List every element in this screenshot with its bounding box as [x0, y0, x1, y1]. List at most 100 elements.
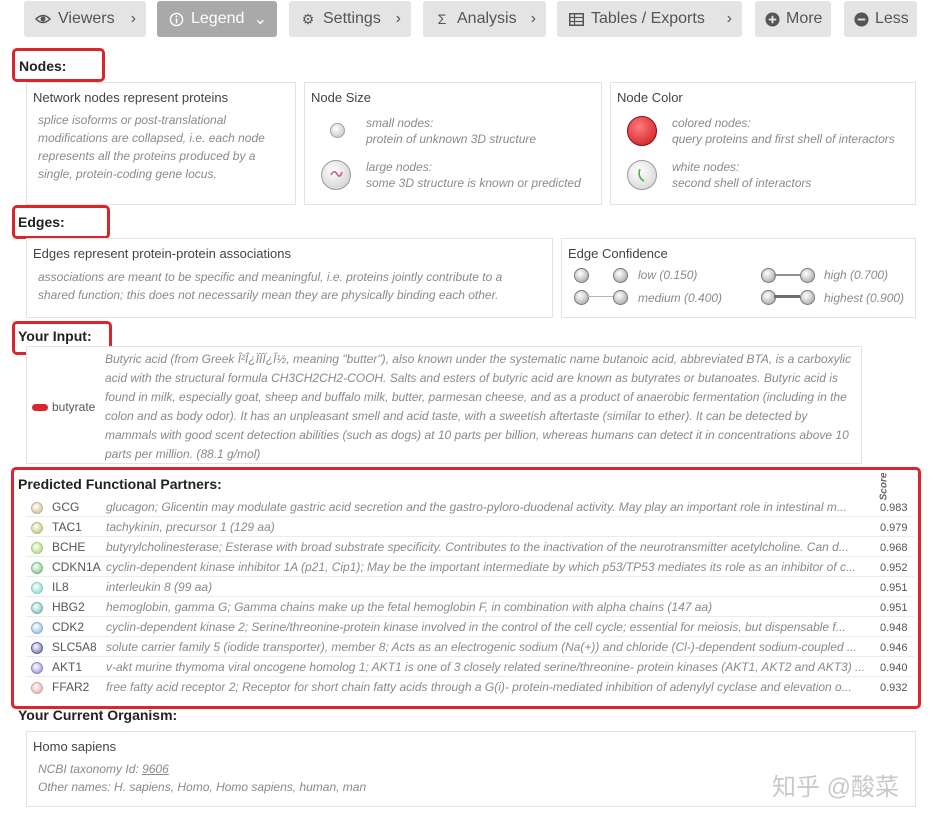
partner-description: v-akt murine thymoma viral oncogene homo… [106, 660, 866, 674]
chevron-right-icon: › [726, 10, 732, 27]
legend-button[interactable]: Legend ⌄ [157, 1, 277, 37]
partner-row[interactable]: GCG glucagon; Glicentin may modulate gast… [26, 497, 914, 517]
edge-medium-node-a [574, 290, 589, 305]
partner-score: 0.983 [880, 502, 908, 514]
analysis-label: Analysis [457, 10, 517, 27]
edge-highest-label: highest (0.900) [824, 291, 905, 305]
partner-color-dot [31, 582, 43, 594]
edge-confidence-box: Edge Confidence low (0.150) medium (0.40… [561, 238, 916, 318]
taxonomy-id-link[interactable]: 9606 [142, 762, 169, 776]
partner-row[interactable]: CDKN1A cyclin-dependent kinase inhibitor … [26, 557, 914, 577]
partner-gene[interactable]: TAC1 [52, 520, 82, 534]
partner-score: 0.951 [880, 602, 908, 614]
taxonomy-prefix: NCBI taxonomy Id: [38, 762, 139, 776]
partner-description: interleukin 8 (99 aa) [106, 580, 213, 594]
partner-row[interactable]: SLC5A8 solute carrier family 5 (iodide tr… [26, 637, 914, 657]
partner-gene[interactable]: CDKN1A [52, 560, 101, 574]
partner-gene[interactable]: HBG2 [52, 600, 85, 614]
large-node-icon [321, 160, 351, 190]
input-color-swatch [32, 404, 48, 411]
more-label: More [786, 10, 823, 27]
nodes-proteins-box: Network nodes represent proteins splice … [26, 82, 296, 205]
partner-gene[interactable]: IL8 [52, 580, 69, 594]
score-header: Score [877, 473, 891, 501]
partner-description: cyclin-dependent kinase inhibitor 1A (p2… [106, 560, 856, 574]
tables-exports-button[interactable]: Tables / Exports › [557, 1, 742, 37]
edge-high-node-b [800, 268, 815, 283]
nodes-proteins-text: splice isoforms or post-translational mo… [38, 113, 265, 181]
partner-gene[interactable]: GCG [52, 500, 79, 514]
tables-label: Tables / Exports [591, 10, 705, 27]
partner-color-dot [31, 642, 43, 654]
node-size-box: Node Size small nodes: protein of unknow… [304, 82, 602, 205]
partner-description: solute carrier family 5 (iodide transpor… [106, 640, 857, 654]
edge-medium-label: medium (0.400) [638, 291, 723, 305]
nodes-proteins-title: Network nodes represent proteins [33, 90, 229, 105]
partner-description: tachykinin, precursor 1 (129 aa) [106, 520, 275, 534]
partner-gene[interactable]: BCHE [52, 540, 85, 554]
viewers-button[interactable]: Viewers › [24, 1, 146, 37]
partner-gene[interactable]: AKT1 [52, 660, 82, 674]
watermark: 知乎 @酸菜 [772, 774, 900, 801]
analysis-button[interactable]: Σ Analysis › [423, 1, 546, 37]
minus-circle-icon [854, 11, 869, 27]
edges-associations-text: associations are meant to be specific an… [38, 270, 503, 302]
partner-color-dot [31, 622, 43, 634]
partner-description: glucagon; Glicentin may modulate gastric… [106, 500, 847, 514]
chevron-right-icon: › [530, 10, 536, 27]
partner-row[interactable]: BCHE butyrylcholinesterase; Esterase with… [26, 537, 914, 557]
partner-score: 0.932 [880, 682, 908, 694]
edge-medium-line [587, 296, 613, 297]
less-button[interactable]: Less [844, 1, 917, 37]
toolbar: Viewers › Legend ⌄ ⚙ Settings › Σ Analys… [0, 0, 942, 40]
colored-node-icon [627, 116, 657, 146]
gear-icon: ⚙ [301, 10, 315, 27]
more-button[interactable]: More [755, 1, 831, 37]
partner-gene[interactable]: SLC5A8 [52, 640, 97, 654]
edge-low-node-a [574, 268, 589, 283]
partner-row[interactable]: FFAR2 free fatty acid receptor 2; Recepto… [26, 677, 914, 697]
edge-medium-node-b [613, 290, 628, 305]
edge-high-line [774, 274, 800, 276]
partner-gene[interactable]: FFAR2 [52, 680, 89, 694]
edges-associations-box: Edges represent protein-protein associat… [26, 238, 553, 318]
edge-confidence-title: Edge Confidence [568, 246, 668, 261]
table-icon [567, 12, 585, 26]
node-color-title: Node Color [617, 90, 683, 105]
partner-score: 0.948 [880, 622, 908, 634]
white-node-desc: second shell of interactors [672, 176, 812, 190]
other-names: Other names: H. sapiens, Homo, Homo sapi… [38, 780, 367, 794]
your-input-heading: Your Input: [18, 328, 92, 344]
partner-row[interactable]: AKT1 v-akt murine thymoma viral oncogene … [26, 657, 914, 677]
node-size-title: Node Size [311, 90, 371, 105]
edges-associations-title: Edges represent protein-protein associat… [33, 246, 291, 261]
small-node-desc: protein of unknown 3D structure [366, 132, 537, 146]
input-protein-name[interactable]: butyrate [52, 400, 95, 414]
partner-description: hemoglobin, gamma G; Gamma chains make u… [106, 600, 713, 614]
settings-button[interactable]: ⚙ Settings › [289, 1, 411, 37]
edge-high-label: high (0.700) [824, 268, 889, 282]
edge-highest-node-b [800, 290, 815, 305]
partner-color-dot [31, 562, 43, 574]
partner-description: butyrylcholinesterase; Esterase with bro… [106, 540, 849, 554]
edge-low-label: low (0.150) [638, 268, 698, 282]
partner-score: 0.951 [880, 582, 908, 594]
your-input-box: butyrate Butyric acid (from Greek Î²Î¿ÏÏ… [26, 346, 862, 464]
partner-row[interactable]: CDK2 cyclin-dependent kinase 2; Serine/th… [26, 617, 914, 637]
white-node-icon [627, 160, 657, 190]
partner-row[interactable]: HBG2 hemoglobin, gamma G; Gamma chains ma… [26, 597, 914, 617]
large-node-desc: some 3D structure is known or predicted [366, 176, 581, 190]
partner-score: 0.940 [880, 662, 908, 674]
partners-heading: Predicted Functional Partners: [18, 476, 222, 492]
nodes-heading: Nodes: [19, 58, 67, 74]
chevron-right-icon: › [130, 10, 136, 27]
viewers-label: Viewers [58, 10, 115, 27]
eye-icon [34, 13, 52, 25]
partner-row[interactable]: TAC1 tachykinin, precursor 1 (129 aa) 0.97… [26, 517, 914, 537]
partner-row[interactable]: IL8 interleukin 8 (99 aa) 0.951 [26, 577, 914, 597]
sigma-icon: Σ [437, 11, 447, 27]
partner-gene[interactable]: CDK2 [52, 620, 84, 634]
partner-description: free fatty acid receptor 2; Receptor for… [106, 680, 852, 694]
organism-heading: Your Current Organism: [18, 707, 178, 723]
small-node-icon [330, 123, 345, 138]
